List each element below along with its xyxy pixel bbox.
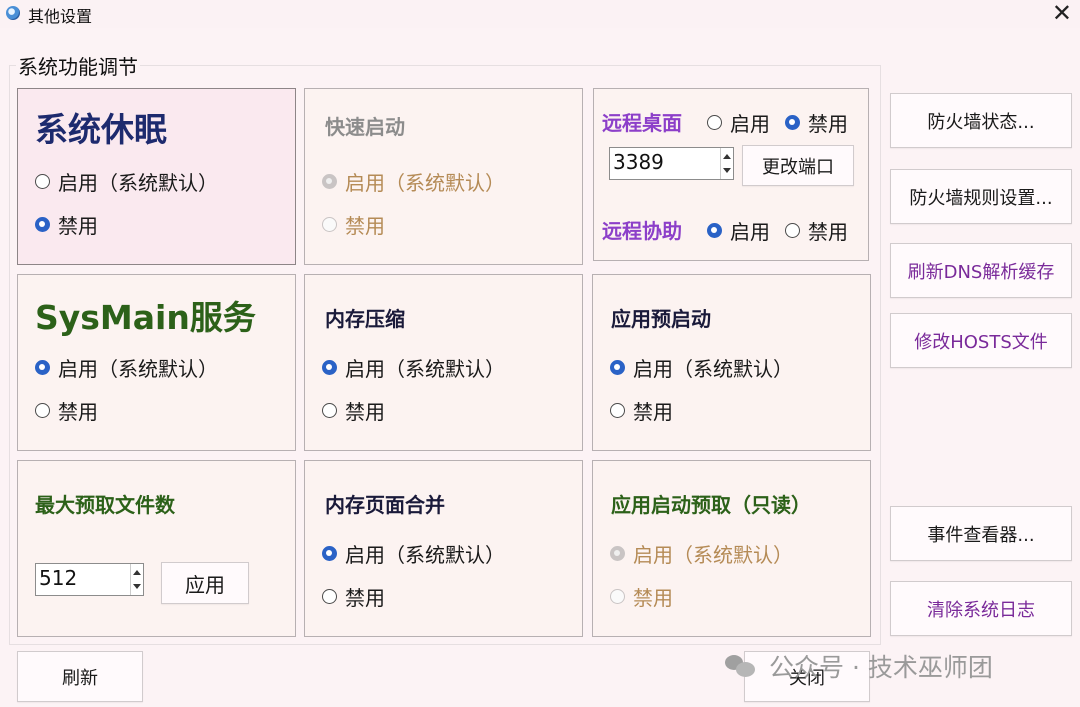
page-combining-panel: 内存页面合并 启用（系统默认） 禁用 (304, 460, 583, 637)
radio-checked-icon (322, 174, 337, 189)
wechat-icon (725, 655, 755, 677)
radio-checked-icon (610, 360, 625, 375)
fast-startup-enable-radio: 启用（系统默认） (322, 167, 505, 196)
page-combining-title: 内存页面合并 (325, 493, 445, 517)
max-prefetch-title: 最大预取文件数 (35, 493, 175, 517)
refresh-button[interactable]: 刷新 (17, 651, 143, 702)
page-combining-disable-radio[interactable]: 禁用 (322, 582, 385, 611)
spinner-arrows[interactable] (130, 564, 143, 595)
app-icon (6, 6, 20, 20)
radio-checked-icon (35, 217, 50, 232)
remote-desktop-enable-radio[interactable]: 启用 (707, 108, 770, 137)
radio-unchecked-icon (35, 174, 50, 189)
radio-unchecked-icon (322, 217, 337, 232)
fast-startup-disable-radio: 禁用 (322, 210, 385, 239)
fast-startup-title: 快速启动 (325, 115, 405, 139)
page-combining-enable-radio[interactable]: 启用（系统默认） (322, 539, 505, 568)
spin-down-icon[interactable] (723, 168, 731, 173)
app-launch-prefetch-enable-radio: 启用（系统默认） (610, 539, 793, 568)
memory-compression-enable-radio[interactable]: 启用（系统默认） (322, 353, 505, 382)
radio-unchecked-icon (707, 115, 722, 130)
spinner-arrows[interactable] (720, 148, 733, 179)
remote-desktop-disable-radio[interactable]: 禁用 (785, 108, 848, 137)
app-launch-prefetch-disable-radio: 禁用 (610, 582, 673, 611)
max-prefetch-panel: 最大预取文件数 512 应用 (17, 460, 296, 637)
fast-startup-panel: 快速启动 启用（系统默认） 禁用 (304, 88, 583, 265)
close-icon[interactable]: ✕ (1052, 0, 1072, 26)
radio-checked-icon (35, 360, 50, 375)
remote-desktop-label: 远程桌面 (602, 111, 682, 135)
clear-logs-button[interactable]: 清除系统日志 (890, 581, 1072, 636)
app-prelaunch-disable-radio[interactable]: 禁用 (610, 396, 673, 425)
watermark: 公众号 · 技术巫师团 (725, 648, 993, 684)
app-prelaunch-enable-radio[interactable]: 启用（系统默认） (610, 353, 793, 382)
remote-assist-enable-radio[interactable]: 启用 (707, 216, 770, 245)
flush-dns-button[interactable]: 刷新DNS解析缓存 (890, 243, 1072, 298)
edit-hosts-button[interactable]: 修改HOSTS文件 (890, 313, 1072, 368)
spin-up-icon[interactable] (723, 154, 731, 159)
radio-checked-icon (322, 360, 337, 375)
firewall-rules-button[interactable]: 防火墙规则设置... (890, 169, 1072, 224)
sysmain-title: SysMain服务 (35, 298, 256, 337)
title-bar: 其他设置 ✕ (0, 0, 1080, 28)
remote-panel: 远程桌面 启用 禁用 3389 更改端口 远程协助 启用 禁用 (593, 88, 869, 261)
radio-unchecked-icon (610, 589, 625, 604)
radio-unchecked-icon (35, 403, 50, 418)
remote-assist-disable-radio[interactable]: 禁用 (785, 216, 848, 245)
spin-up-icon[interactable] (133, 570, 141, 575)
sleep-title: 系统休眠 (35, 110, 167, 149)
group-title: 系统功能调节 (16, 51, 140, 80)
apply-button[interactable]: 应用 (161, 562, 249, 604)
memory-compression-panel: 内存压缩 启用（系统默认） 禁用 (304, 274, 583, 451)
app-launch-prefetch-title: 应用启动预取（只读） (611, 493, 811, 517)
radio-unchecked-icon (610, 403, 625, 418)
firewall-status-button[interactable]: 防火墙状态... (890, 93, 1072, 148)
sysmain-panel: SysMain服务 启用（系统默认） 禁用 (17, 274, 296, 451)
sleep-enable-radio[interactable]: 启用（系统默认） (35, 167, 218, 196)
radio-unchecked-icon (322, 589, 337, 604)
max-prefetch-spinbox[interactable]: 512 (35, 563, 144, 596)
sleep-panel: 系统休眠 启用（系统默认） 禁用 (17, 88, 296, 265)
sleep-disable-radio[interactable]: 禁用 (35, 210, 98, 239)
sysmain-enable-radio[interactable]: 启用（系统默认） (35, 353, 218, 382)
app-launch-prefetch-panel: 应用启动预取（只读） 启用（系统默认） 禁用 (592, 460, 871, 637)
radio-unchecked-icon (785, 223, 800, 238)
radio-checked-icon (610, 546, 625, 561)
memory-compression-disable-radio[interactable]: 禁用 (322, 396, 385, 425)
app-prelaunch-panel: 应用预启动 启用（系统默认） 禁用 (592, 274, 871, 451)
spin-down-icon[interactable] (133, 584, 141, 589)
change-port-button[interactable]: 更改端口 (742, 145, 854, 186)
radio-checked-icon (322, 546, 337, 561)
radio-checked-icon (707, 223, 722, 238)
window-title: 其他设置 (28, 7, 93, 26)
port-spinbox[interactable]: 3389 (609, 147, 734, 180)
sysmain-disable-radio[interactable]: 禁用 (35, 396, 98, 425)
app-prelaunch-title: 应用预启动 (611, 307, 711, 331)
event-viewer-button[interactable]: 事件查看器... (890, 506, 1072, 561)
radio-checked-icon (785, 115, 800, 130)
remote-assist-label: 远程协助 (602, 219, 682, 243)
radio-unchecked-icon (322, 403, 337, 418)
watermark-text: 公众号 · 技术巫师团 (769, 653, 993, 682)
memory-compression-title: 内存压缩 (325, 307, 405, 331)
